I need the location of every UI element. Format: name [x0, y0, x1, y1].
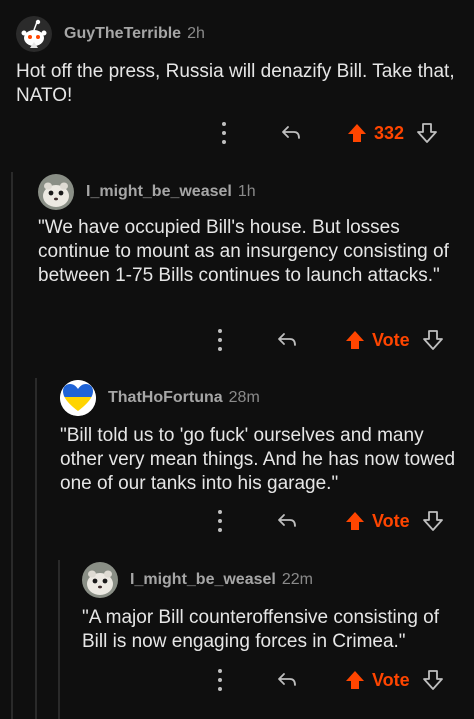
comment-body: Hot off the press, Russia will denazify … — [16, 61, 455, 106]
upvote-button[interactable]: Vote — [344, 669, 410, 691]
downvote-arrow-icon — [422, 511, 443, 531]
vote-label: Vote — [372, 510, 410, 531]
upvote-arrow-icon — [346, 331, 364, 349]
comment-header: ThatHoFortuna 28m — [60, 380, 260, 416]
upvote-arrow-icon — [348, 124, 366, 142]
downvote-button[interactable] — [422, 510, 444, 532]
upvote-arrow-icon — [346, 512, 364, 530]
upvote-button[interactable]: Vote — [344, 329, 410, 351]
weasel-avatar-icon[interactable] — [38, 174, 74, 210]
more-options-icon[interactable] — [214, 669, 226, 691]
comment-username[interactable]: I_might_be_weasel — [86, 183, 232, 201]
comment-actions: Vote — [214, 669, 444, 691]
downvote-arrow-icon — [422, 670, 443, 690]
comment-username[interactable]: GuyTheTerrible — [64, 25, 181, 43]
comment-header: I_might_be_weasel 22m — [82, 562, 313, 598]
upvote-arrow-icon — [346, 671, 364, 689]
reddit-snoo-avatar-icon[interactable] — [16, 16, 52, 52]
more-options-icon[interactable] — [214, 329, 226, 351]
reply-icon[interactable] — [276, 512, 298, 530]
downvote-button[interactable] — [422, 329, 444, 351]
thread-line-level-3 — [58, 560, 60, 719]
comment-timestamp: 2h — [187, 25, 205, 42]
thread-line-level-1 — [11, 172, 13, 719]
weasel-avatar-icon[interactable] — [82, 562, 118, 598]
downvote-arrow-icon — [422, 330, 443, 350]
comment-body: "Bill told us to 'go fuck' ourselves and… — [60, 425, 456, 494]
downvote-button[interactable] — [422, 669, 444, 691]
comment-timestamp: 28m — [228, 389, 260, 406]
thread-line-level-2 — [35, 378, 37, 719]
upvote-button[interactable]: 332 — [346, 122, 404, 144]
vote-label: Vote — [372, 329, 410, 350]
more-options-icon[interactable] — [214, 510, 226, 532]
upvote-button[interactable]: Vote — [344, 510, 410, 532]
comment-body: "A major Bill counteroffensive consistin… — [82, 607, 440, 652]
vote-label: Vote — [372, 669, 410, 690]
comment-actions: Vote — [214, 510, 444, 532]
ukraine-heart-avatar-icon[interactable] — [60, 380, 96, 416]
reply-icon[interactable] — [280, 124, 302, 142]
comment-header: GuyTheTerrible 2h — [16, 16, 205, 52]
comment-body: "We have occupied Bill's house. But loss… — [38, 217, 449, 286]
vote-score: 332 — [374, 122, 405, 143]
comment-header: I_might_be_weasel 1h — [38, 174, 256, 210]
downvote-button[interactable] — [416, 122, 438, 144]
comment-timestamp: 1h — [237, 183, 256, 200]
comment-username[interactable]: ThatHoFortuna — [108, 389, 223, 407]
comment-actions: 332 — [218, 122, 438, 144]
comment-username[interactable]: I_might_be_weasel — [130, 571, 276, 589]
comment-timestamp: 22m — [281, 571, 313, 588]
more-options-icon[interactable] — [218, 122, 230, 144]
reply-icon[interactable] — [276, 671, 298, 689]
comment-actions: Vote — [214, 329, 444, 351]
reply-icon[interactable] — [276, 331, 298, 349]
downvote-arrow-icon — [417, 123, 437, 143]
